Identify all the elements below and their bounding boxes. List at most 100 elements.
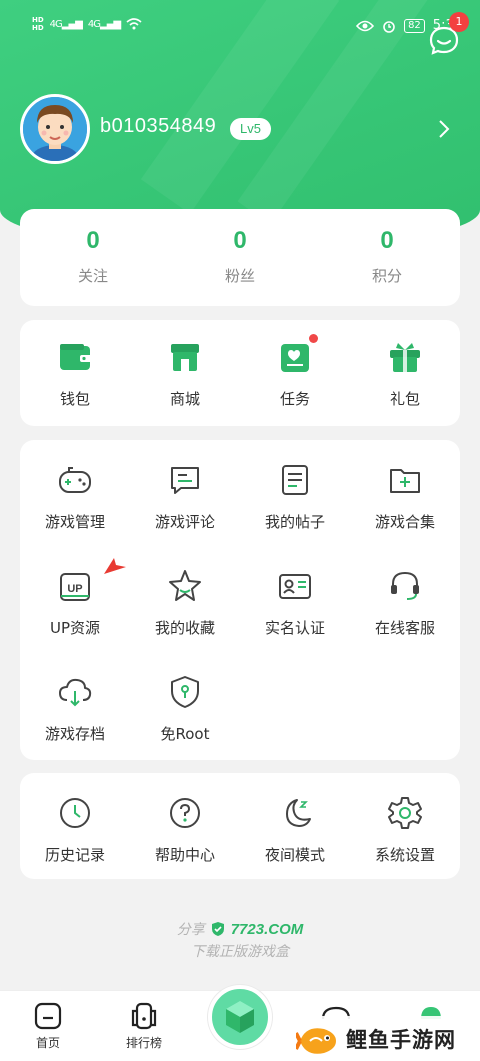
watermark: 鲤鱼手游网 xyxy=(296,1016,480,1061)
quick-action-label: 钱包 xyxy=(59,390,90,408)
stat-fans[interactable]: 0 粉丝 xyxy=(167,227,313,286)
settings-card: 历史记录 帮助中心 夜间模式 系统设置 xyxy=(20,773,460,879)
tool-label: 游戏合集 xyxy=(374,513,435,531)
stat-points[interactable]: 0 积分 xyxy=(314,227,460,286)
quick-action-label: 任务 xyxy=(279,390,310,408)
quick-action-label: 礼包 xyxy=(389,390,420,408)
store-button[interactable]: 商城 xyxy=(130,340,240,409)
task-notification-dot xyxy=(309,334,318,343)
real-name-verification-button[interactable]: 实名认证 xyxy=(240,568,350,638)
message-badge: 1 xyxy=(449,12,469,32)
up-icon: UP xyxy=(57,568,93,604)
tool-label: 在线客服 xyxy=(374,619,435,637)
game-reviews-button[interactable]: 游戏评论 xyxy=(130,462,240,532)
gamepad-icon xyxy=(57,462,93,498)
ranking-icon xyxy=(129,1001,159,1031)
tool-label: 我的收藏 xyxy=(154,619,215,637)
level-badge: Lv5 xyxy=(230,118,271,140)
tool-label: 免Root xyxy=(160,725,210,743)
folder-plus-icon xyxy=(387,462,423,498)
document-icon xyxy=(277,462,313,498)
game-saves-button[interactable]: 游戏存档 xyxy=(20,674,130,744)
chevron-right-icon xyxy=(439,120,450,138)
tasks-button[interactable]: 任务 xyxy=(240,334,350,409)
my-posts-button[interactable]: 我的帖子 xyxy=(240,462,350,532)
shield-icon xyxy=(167,674,203,710)
setting-label: 夜间模式 xyxy=(264,846,325,864)
nav-label: 首页 xyxy=(35,1036,60,1050)
nav-label: 排行榜 xyxy=(125,1036,162,1050)
game-management-button[interactable]: 游戏管理 xyxy=(20,462,130,532)
tool-label: 我的帖子 xyxy=(264,513,325,531)
night-mode-button[interactable]: 夜间模式 xyxy=(240,795,350,865)
cube-icon xyxy=(226,1001,254,1033)
alarm-icon xyxy=(383,20,395,33)
star-icon xyxy=(167,568,203,604)
share-footer[interactable]: 分享 7723.COM 下载正版游戏盒 xyxy=(0,919,480,961)
task-icon xyxy=(278,334,318,374)
eye-icon xyxy=(356,20,375,31)
profile-arrow-button[interactable] xyxy=(436,118,452,140)
headset-icon xyxy=(387,568,423,604)
signal-icon: 4G▂▄▆ xyxy=(49,18,83,30)
watermark-text: 鲤鱼手游网 xyxy=(346,1027,456,1052)
clock-icon xyxy=(57,795,93,831)
hd-indicator: HD HD xyxy=(32,16,44,32)
stat-following[interactable]: 0 关注 xyxy=(20,227,166,286)
my-favorites-button[interactable]: 我的收藏 xyxy=(130,568,240,638)
help-center-button[interactable]: 帮助中心 xyxy=(130,795,240,865)
home-icon xyxy=(33,1001,63,1031)
arrow-pointer-icon xyxy=(104,558,126,574)
gift-icon xyxy=(388,340,422,374)
comment-icon xyxy=(167,462,203,498)
moon-icon xyxy=(277,795,313,831)
wifi-icon xyxy=(126,18,142,30)
share-subtitle: 下载正版游戏盒 xyxy=(191,944,289,960)
battery-indicator: 82 xyxy=(404,18,425,33)
status-bar: HD HD 4G▂▄▆ 4G▂▄▆ 82 5:34 xyxy=(0,0,480,44)
quick-action-label: 商城 xyxy=(169,390,200,408)
signal-icon-2: 4G▂▄▆ xyxy=(87,18,121,30)
share-prefix: 分享 xyxy=(176,922,205,938)
stats-card: 0 关注 0 粉丝 0 积分 xyxy=(20,209,460,306)
tool-label: UP资源 xyxy=(49,619,101,637)
gift-button[interactable]: 礼包 xyxy=(350,340,460,409)
system-settings-button[interactable]: 系统设置 xyxy=(350,795,460,865)
stat-label: 积分 xyxy=(371,267,402,285)
nav-ranking[interactable]: 排行榜 xyxy=(109,1001,179,1051)
wallet-icon xyxy=(58,340,92,374)
stat-value: 0 xyxy=(380,227,394,254)
svg-text:UP: UP xyxy=(67,583,82,595)
tool-label: 实名认证 xyxy=(264,619,325,637)
store-icon xyxy=(168,340,202,374)
tools-card: 游戏管理 游戏评论 我的帖子 游戏合集 UP UP资源 我的收藏 实名认证 在线… xyxy=(20,440,460,760)
nav-home[interactable]: 首页 xyxy=(13,1001,83,1051)
history-button[interactable]: 历史记录 xyxy=(20,795,130,865)
setting-label: 帮助中心 xyxy=(154,846,215,864)
tool-label: 游戏存档 xyxy=(44,725,105,743)
setting-label: 历史记录 xyxy=(44,846,105,864)
stat-label: 粉丝 xyxy=(224,267,255,285)
tool-label: 游戏评论 xyxy=(154,513,215,531)
up-resources-button[interactable]: UP UP资源 xyxy=(20,568,130,638)
avatar[interactable] xyxy=(20,94,90,164)
no-root-button[interactable]: 免Root xyxy=(130,674,240,744)
game-collection-button[interactable]: 游戏合集 xyxy=(350,462,460,532)
stat-value: 0 xyxy=(233,227,247,254)
stat-label: 关注 xyxy=(77,267,108,285)
username[interactable]: b010354849 xyxy=(100,115,216,138)
wallet-button[interactable]: 钱包 xyxy=(20,340,130,409)
gear-icon xyxy=(387,795,423,831)
online-support-button[interactable]: 在线客服 xyxy=(350,568,460,638)
nav-game-box-button[interactable] xyxy=(208,985,272,1049)
fish-logo-icon xyxy=(296,1027,336,1054)
tool-label: 游戏管理 xyxy=(44,513,105,531)
share-brand: 7723.COM xyxy=(230,920,304,938)
quick-actions-card: 钱包 商城 任务 礼包 xyxy=(20,320,460,426)
stat-value: 0 xyxy=(86,227,100,254)
brand-shield-icon xyxy=(211,922,224,936)
help-icon xyxy=(167,795,203,831)
setting-label: 系统设置 xyxy=(374,846,435,864)
id-card-icon xyxy=(277,568,313,604)
cloud-download-icon xyxy=(57,674,93,710)
